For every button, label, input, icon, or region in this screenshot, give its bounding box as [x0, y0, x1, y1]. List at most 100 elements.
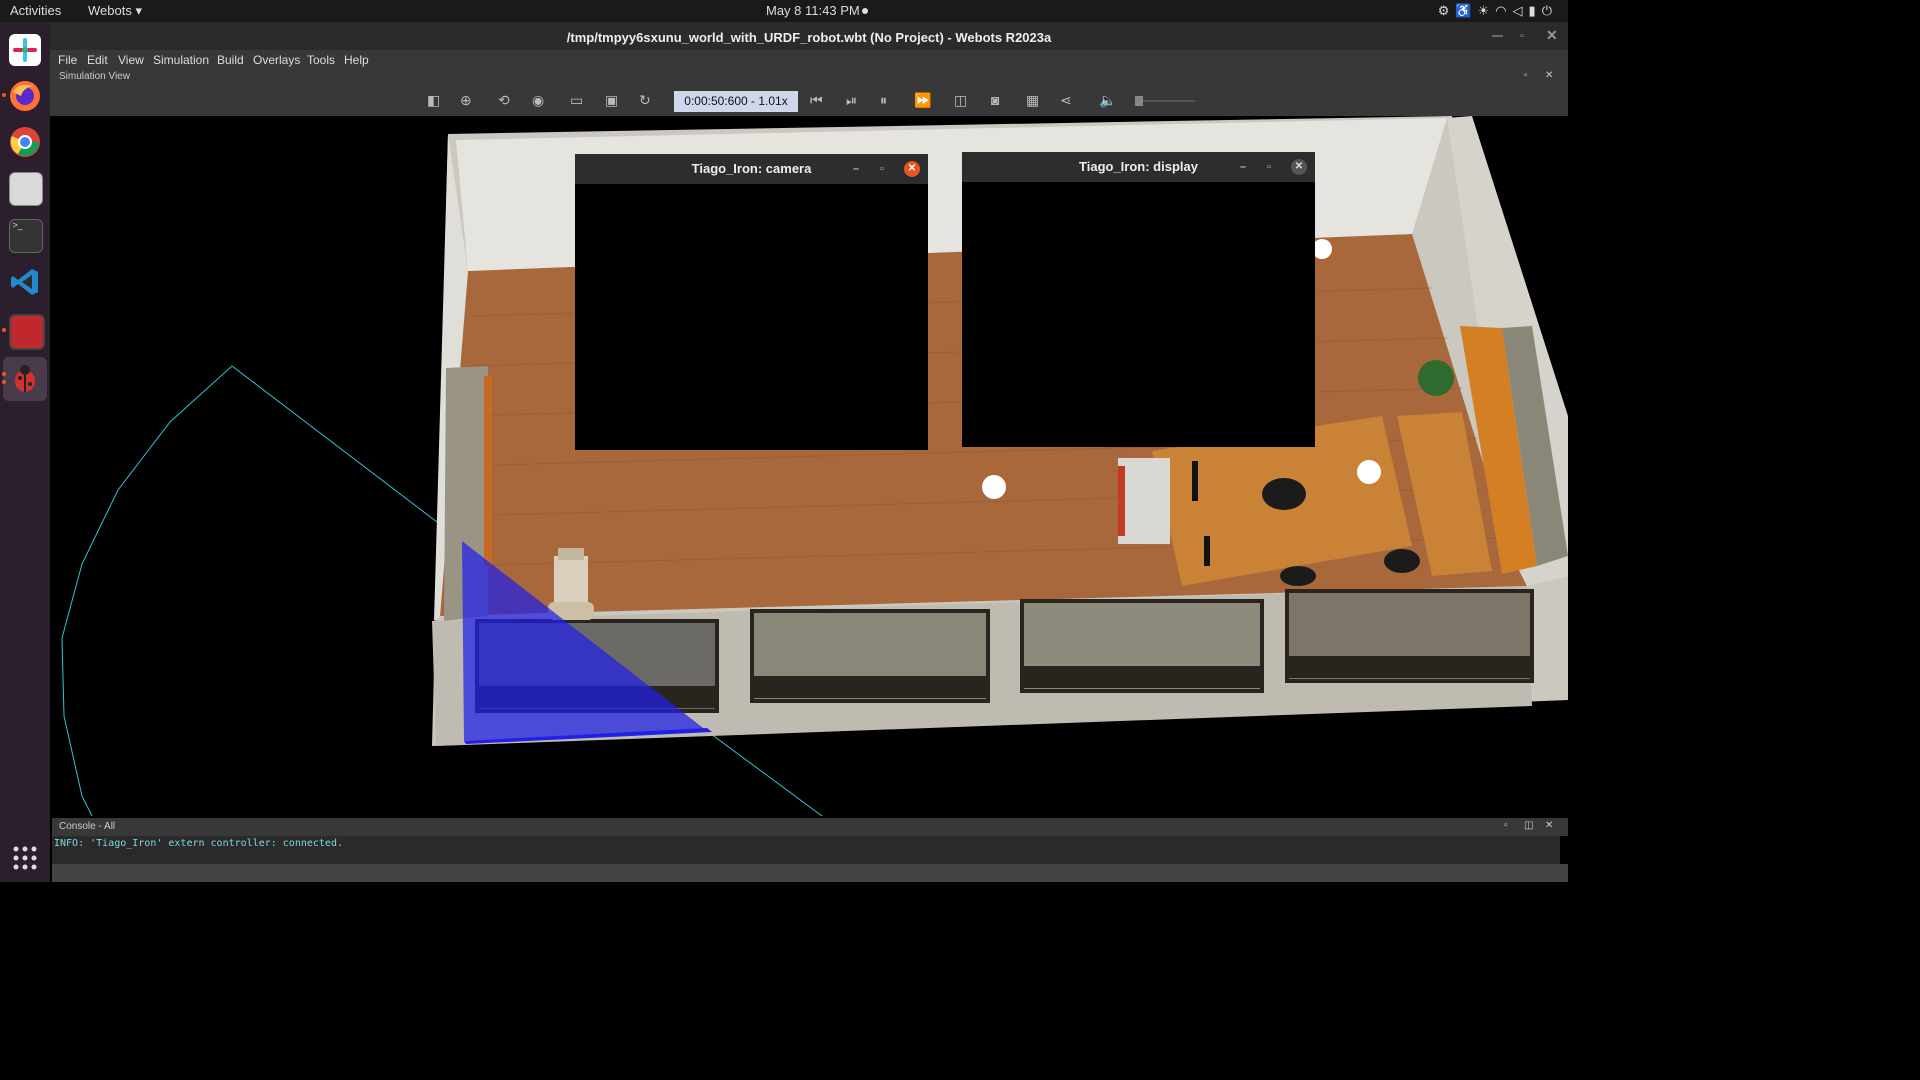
- display-window[interactable]: Tiago_Iron: display – ▫ ✕: [962, 152, 1315, 447]
- console-line: INFO: 'Tiago_Iron' extern controller: co…: [54, 838, 343, 849]
- monitor: [1204, 536, 1210, 566]
- maximize-icon[interactable]: ▫: [1520, 30, 1524, 42]
- brightness-icon[interactable]: ☀: [1478, 3, 1496, 18]
- ceiling-light: [982, 475, 1006, 499]
- system-top-bar: Activities Webots ▾ May 8 11:43 PM ⚙♿☀◠◁…: [0, 0, 1568, 22]
- wifi-icon[interactable]: ◠: [1495, 3, 1512, 18]
- webots-bug-icon[interactable]: [9, 363, 41, 395]
- network-icon[interactable]: ⚙: [1438, 3, 1456, 18]
- office-chair: [1262, 478, 1306, 510]
- fast-forward-icon[interactable]: ⏩: [914, 93, 931, 107]
- reset-viewpoint-icon[interactable]: ⟲: [498, 93, 510, 107]
- close-icon[interactable]: ✕: [904, 161, 920, 177]
- reload-world-icon[interactable]: ↻: [639, 93, 651, 107]
- minimize-icon[interactable]: –: [853, 154, 859, 184]
- minimize-icon[interactable]: –: [1240, 152, 1246, 182]
- menu-tools[interactable]: Tools: [307, 53, 335, 67]
- console-label: Console - All: [59, 821, 116, 832]
- share-icon[interactable]: ⋖: [1060, 93, 1072, 107]
- frustum-outline: [61, 365, 233, 816]
- maximize-panel-icon[interactable]: ◫: [1524, 820, 1533, 831]
- mute-icon[interactable]: 🔈: [1099, 93, 1116, 107]
- menu-simulation[interactable]: Simulation: [153, 53, 209, 67]
- files-icon[interactable]: [9, 172, 43, 206]
- red-panel: [1118, 466, 1125, 536]
- simulation-time: 0:00:50:600 - 1.01x: [674, 91, 798, 112]
- menu-view[interactable]: View: [118, 53, 144, 67]
- add-node-icon[interactable]: ⊕: [460, 93, 472, 107]
- reset-simulation-icon[interactable]: ⏮: [810, 93, 823, 107]
- volume-icon[interactable]: ◁: [1513, 3, 1529, 18]
- accessibility-icon[interactable]: ♿: [1455, 3, 1477, 18]
- menu-file[interactable]: File: [58, 53, 77, 67]
- plant: [1418, 360, 1454, 396]
- running-indicator: [2, 93, 6, 97]
- slack-icon[interactable]: [9, 34, 41, 66]
- close-panel-icon[interactable]: ✕: [1545, 70, 1553, 81]
- activities-button[interactable]: Activities: [10, 3, 61, 18]
- system-tray[interactable]: ⚙♿☀◠◁▮⏻: [1438, 3, 1558, 19]
- running-indicator: [2, 372, 6, 376]
- firefox-icon[interactable]: [9, 80, 41, 112]
- menu-build[interactable]: Build: [217, 53, 244, 67]
- battery-icon[interactable]: ▮: [1529, 3, 1542, 18]
- maximize-icon[interactable]: ▫: [880, 154, 884, 184]
- menu-help[interactable]: Help: [344, 53, 369, 67]
- terminal-icon[interactable]: >_: [9, 219, 43, 253]
- float-panel-icon[interactable]: ▫: [1504, 820, 1508, 831]
- console-header: Console - All ▫ ◫ ✕: [52, 818, 1568, 836]
- view-icon[interactable]: ◉: [532, 93, 544, 107]
- chrome-icon[interactable]: [9, 126, 41, 158]
- screenshot-icon[interactable]: ◙: [991, 93, 999, 107]
- camera-window-titlebar[interactable]: Tiago_Iron: camera – ▫ ✕: [575, 154, 928, 184]
- maximize-icon[interactable]: ▫: [1267, 152, 1271, 182]
- volume-slider-knob[interactable]: [1135, 96, 1143, 106]
- record-movie-icon[interactable]: ▦: [1026, 93, 1039, 107]
- office-chair: [1384, 549, 1420, 573]
- close-icon[interactable]: ✕: [1546, 27, 1558, 44]
- left-cabinet: [484, 376, 492, 566]
- simulation-view-label: Simulation View: [59, 71, 130, 82]
- close-icon[interactable]: ✕: [1291, 159, 1307, 175]
- webots-red-icon[interactable]: [9, 314, 45, 350]
- monitor: [1192, 461, 1198, 501]
- camera-window[interactable]: Tiago_Iron: camera – ▫ ✕: [575, 154, 928, 450]
- menu-bar: File Edit View Simulation Build Overlays…: [50, 50, 1568, 70]
- console-output[interactable]: INFO: 'Tiago_Iron' extern controller: co…: [52, 836, 1560, 864]
- status-bar: [52, 864, 1568, 882]
- app-grid-icon[interactable]: [9, 842, 41, 874]
- running-indicator: [2, 380, 6, 384]
- pause-icon[interactable]: ⏸: [880, 93, 887, 107]
- vscode-icon[interactable]: [9, 266, 41, 298]
- step-icon[interactable]: ⏯: [846, 93, 857, 107]
- float-panel-icon[interactable]: ▫: [1524, 70, 1528, 81]
- app-menu-label: Webots: [88, 3, 132, 18]
- clock[interactable]: May 8 11:43 PM: [766, 3, 860, 18]
- white-cabinet: [1118, 458, 1170, 544]
- menu-overlays[interactable]: Overlays: [253, 53, 300, 67]
- ceiling-light: [1357, 460, 1381, 484]
- frustum-edge: [231, 365, 438, 523]
- window-titlebar[interactable]: /tmp/tmpyy6sxunu_world_with_URDF_robot.w…: [50, 22, 1568, 50]
- 3d-view[interactable]: Tiago_Iron: camera – ▫ ✕ Tiago_Iron: dis…: [52, 116, 1568, 816]
- minimize-icon[interactable]: —: [1492, 30, 1503, 42]
- dock: >_: [0, 22, 50, 882]
- window-title: /tmp/tmpyy6sxunu_world_with_URDF_robot.w…: [566, 30, 1052, 45]
- open-world-icon[interactable]: ▭: [570, 93, 583, 107]
- frustum-edge: [706, 730, 823, 816]
- close-panel-icon[interactable]: ✕: [1545, 820, 1553, 831]
- rendering-icon[interactable]: ◫: [954, 93, 967, 107]
- volume-slider[interactable]: [1135, 96, 1195, 106]
- power-icon[interactable]: ⏻: [1542, 3, 1558, 18]
- display-window-title: Tiago_Iron: display: [1079, 159, 1198, 174]
- simulation-view-header: Simulation View ▫ ✕: [50, 70, 1568, 85]
- menu-edit[interactable]: Edit: [87, 53, 108, 67]
- office-chair: [1280, 566, 1316, 586]
- camera-window-title: Tiago_Iron: camera: [691, 161, 812, 176]
- simulation-toolbar: ◧ ⊕ ⟲ ◉ ▭ ▣ ↻ 0:00:50:600 - 1.01x ⏮ ⏯ ⏸ …: [50, 85, 1568, 116]
- save-world-icon[interactable]: ▣: [605, 93, 618, 107]
- ceiling-light: [1312, 239, 1332, 259]
- toggle-scene-tree-icon[interactable]: ◧: [427, 93, 440, 107]
- display-window-titlebar[interactable]: Tiago_Iron: display – ▫ ✕: [962, 152, 1315, 182]
- app-menu[interactable]: Webots ▾: [88, 3, 142, 19]
